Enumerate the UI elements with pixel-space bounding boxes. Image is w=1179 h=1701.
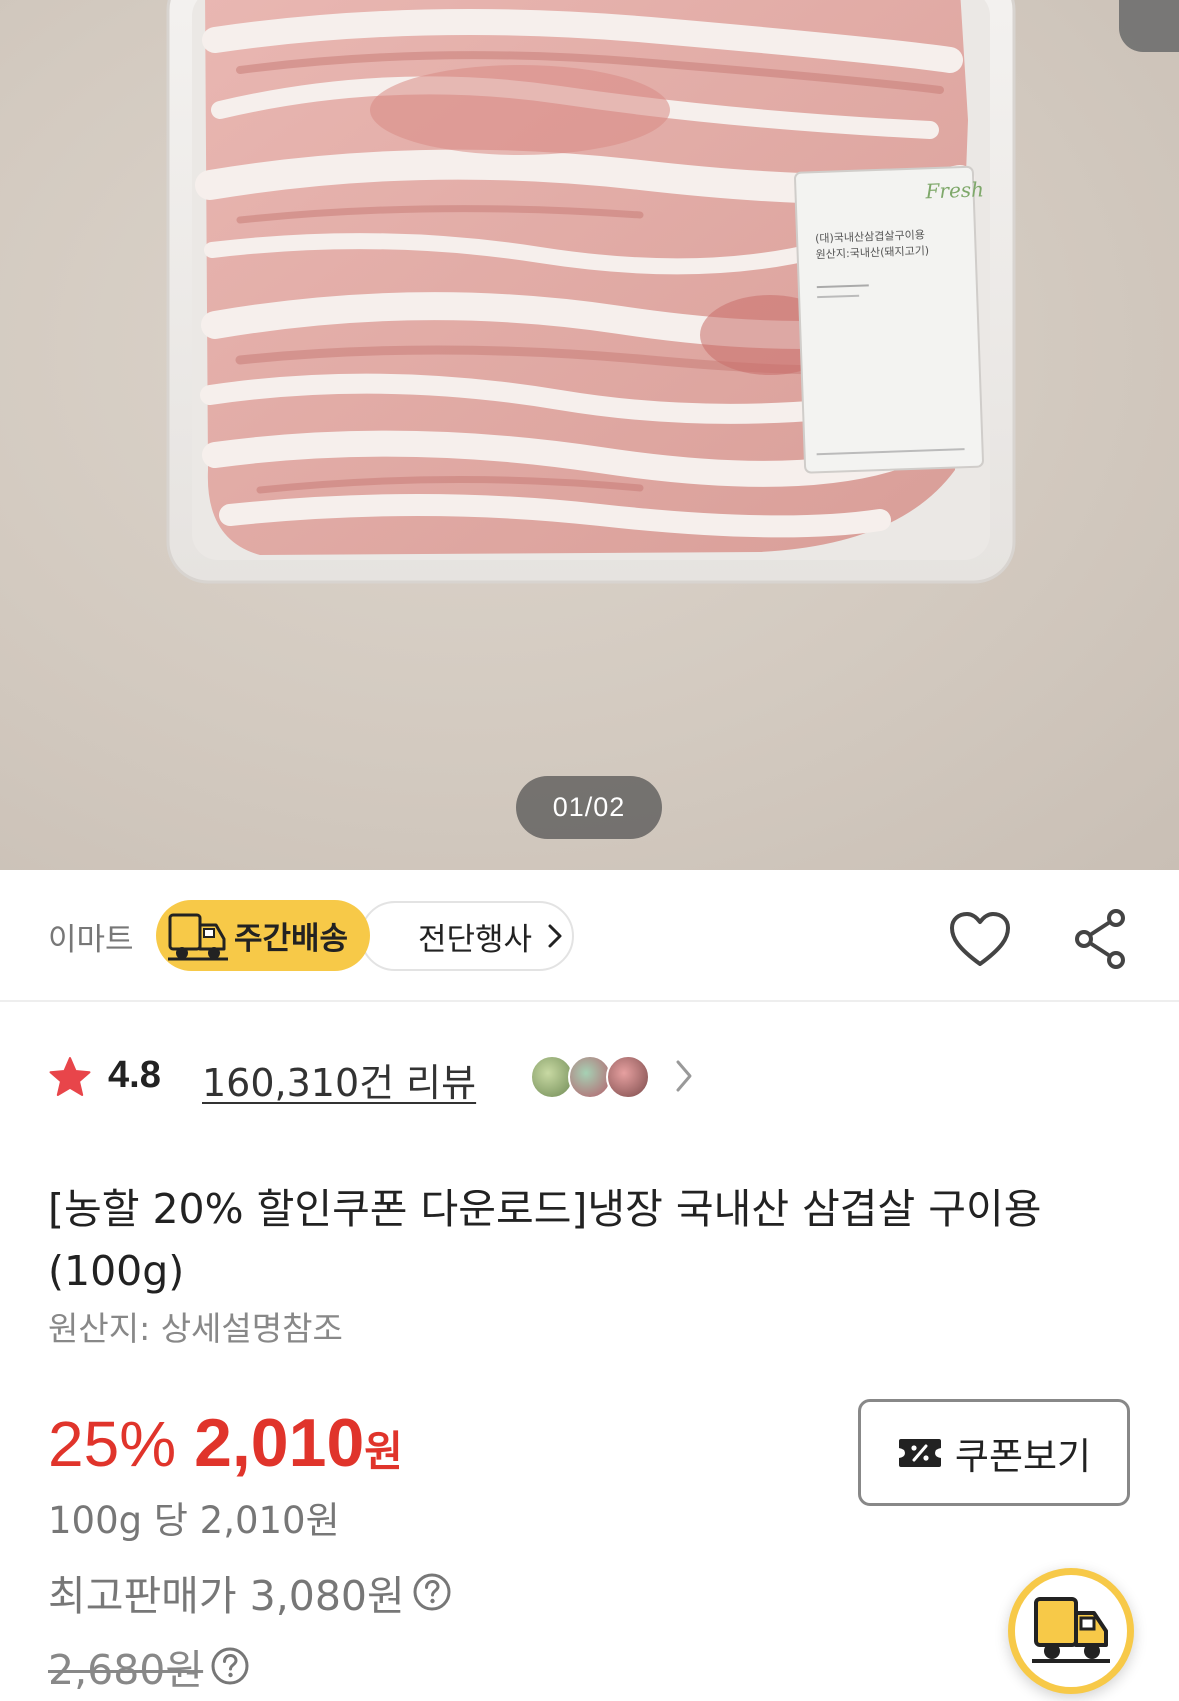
price-currency: 원 (364, 1427, 403, 1476)
event-badge-button[interactable]: 전단행사 (360, 901, 574, 971)
view-coupon-button[interactable]: 쿠폰보기 (858, 1399, 1130, 1506)
event-label: 전단행사 (418, 921, 533, 958)
help-icon[interactable] (411, 1571, 453, 1613)
original-price: 2,680원 (48, 1646, 204, 1694)
rating-value: 4.8 (108, 1054, 161, 1096)
coupon-button-label: 쿠폰보기 (954, 1434, 1092, 1478)
label-brand-text: Fresh (924, 177, 984, 203)
truck-icon (168, 913, 228, 960)
original-price-row: 2,680원 (48, 1636, 251, 1696)
star-icon (49, 1057, 91, 1096)
unit-price: 100g 당 2,010원 (48, 1499, 340, 1542)
review-thumbnails[interactable] (530, 1055, 654, 1099)
product-title: [농할 20% 할인쿠폰 다운로드]냉장 국내산 삼겹살 구이용 (100g) (48, 1185, 1042, 1295)
chevron-right-icon (548, 924, 562, 948)
coupon-icon (898, 1438, 941, 1467)
rating-row: 4.8 160,310건 리뷰 (0, 1040, 1179, 1110)
store-name[interactable]: 이마트 (48, 914, 134, 959)
sale-price: 2,010 (194, 1405, 365, 1481)
max-price: 최고판매가 3,080원 (48, 1572, 405, 1620)
review-thumbnail (606, 1055, 650, 1099)
product-photo: Fresh (대)국내산삼겹살구이용 원산지:국내산(돼지고기) (166, 0, 1016, 584)
weekly-delivery-label: 주간배송 (234, 921, 349, 957)
weekly-delivery-fab[interactable] (1008, 1568, 1134, 1694)
max-price-row: 최고판매가 3,080원 (48, 1562, 453, 1622)
product-image-gallery[interactable]: Fresh (대)국내산삼겹살구이용 원산지:국내산(돼지고기) 01/02 (0, 0, 1179, 870)
heart-icon[interactable] (948, 910, 1012, 970)
discount-rate: 25% (48, 1408, 177, 1480)
weekly-delivery-badge[interactable]: 주간배송 (156, 900, 370, 971)
help-icon[interactable] (209, 1645, 251, 1687)
truck-icon (1032, 1597, 1110, 1663)
chevron-right-icon[interactable] (674, 1058, 694, 1094)
gallery-page-indicator: 01/02 (516, 776, 662, 839)
scroll-indicator (1119, 0, 1179, 52)
review-count-link[interactable]: 160,310건 리뷰 (202, 1052, 476, 1107)
store-row: 이마트 전단행사 주간배송 (0, 870, 1179, 1002)
origin-info: 원산지: 상세설명참조 (48, 1309, 343, 1348)
share-icon[interactable] (1072, 908, 1128, 970)
price-row: 25% 2,010 원 (48, 1404, 403, 1484)
